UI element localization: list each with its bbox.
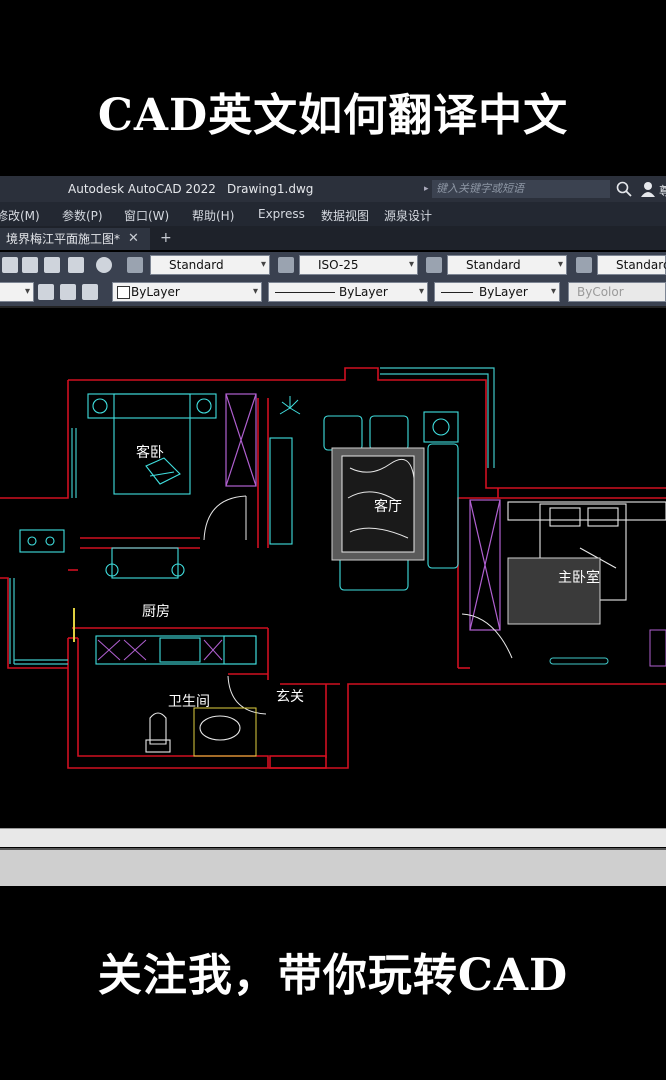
- search-icon[interactable]: [616, 181, 632, 197]
- kitchen-fixtures: [19, 529, 257, 665]
- layer-select[interactable]: ▾: [0, 282, 34, 302]
- table-style-select[interactable]: Standard ▾: [447, 255, 567, 275]
- menu-data-view[interactable]: 数据视图: [321, 207, 369, 224]
- table-style-icon[interactable]: [426, 257, 442, 273]
- table-style-value: Standard: [466, 258, 521, 272]
- paste-icon[interactable]: [44, 257, 60, 273]
- linetype-value: ByLayer: [339, 285, 388, 299]
- master-desk: [649, 629, 666, 667]
- mleader-style-value: Standard: [616, 258, 666, 272]
- menu-yuanquan-design[interactable]: 源泉设计: [384, 207, 432, 224]
- match-layer-icon[interactable]: [38, 284, 54, 300]
- tab-document[interactable]: 境界梅江平面施工图* ✕: [0, 228, 150, 250]
- layer-state-icon[interactable]: [82, 284, 98, 300]
- dim-style-value: ISO-25: [318, 258, 359, 272]
- new-tab-plus-icon[interactable]: +: [160, 230, 172, 246]
- document-tabbar: 境界梅江平面施工图* ✕ +: [0, 226, 666, 250]
- chevron-down-icon: ▾: [408, 259, 414, 270]
- user-icon[interactable]: [640, 181, 656, 197]
- bottom-banner-title: 关注我，带你玩转CAD: [97, 950, 569, 1001]
- styles-toolbar: Standard ▾ ISO-25 ▾ Standard ▾ Standard: [0, 252, 666, 278]
- calculator-icon[interactable]: [68, 257, 84, 273]
- chevron-down-icon: ▾: [24, 286, 30, 297]
- close-icon[interactable]: ✕: [128, 228, 139, 250]
- text-style-select[interactable]: Standard ▾: [150, 255, 270, 275]
- menu-express[interactable]: Express: [258, 207, 305, 221]
- plant: [279, 396, 301, 415]
- room-label-bathroom: 卫生间: [168, 694, 210, 710]
- linetype-select[interactable]: ByLayer ▾: [268, 282, 428, 302]
- mleader-style-icon[interactable]: [576, 257, 592, 273]
- room-label-kitchen: 厨房: [142, 604, 170, 620]
- menu-window[interactable]: 窗口(W): [124, 207, 169, 224]
- lineweight-value: ByLayer: [479, 285, 528, 299]
- chevron-down-icon: ▾: [550, 286, 556, 297]
- plotstyle-value: ByColor: [577, 285, 624, 299]
- dim-style-select[interactable]: ISO-25 ▾: [299, 255, 418, 275]
- mleader-style-select[interactable]: Standard: [597, 255, 666, 275]
- layer-icon[interactable]: [2, 257, 18, 273]
- text-style-icon[interactable]: [127, 257, 143, 273]
- menu-help[interactable]: 帮助(H): [192, 207, 234, 224]
- color-swatch: [117, 286, 130, 299]
- layer-previous-icon[interactable]: [60, 284, 76, 300]
- app-title: Autodesk AutoCAD 2022: [68, 182, 216, 196]
- room-label-master-bedroom: 主卧室: [558, 570, 600, 586]
- room-label-entrance: 玄关: [276, 689, 304, 705]
- room-label-living-room: 客厅: [374, 499, 402, 515]
- menu-modify[interactable]: 修改(M): [0, 207, 40, 224]
- user-name[interactable]: 尊: [659, 182, 666, 199]
- help-icon[interactable]: [96, 257, 112, 273]
- chevron-down-icon: ▾: [252, 286, 258, 297]
- search-expand-icon[interactable]: ▸: [424, 184, 429, 194]
- command-line[interactable]: [0, 848, 666, 886]
- file-title: Drawing1.dwg: [227, 182, 314, 196]
- properties-toolbar: ▾ ByLayer ▾ ByLayer ▾ ByLayer ▾ ByColor: [0, 278, 666, 308]
- plotstyle-select[interactable]: ByColor: [568, 282, 666, 302]
- lineweight-sample: [441, 292, 473, 293]
- room-label-guest-bedroom: 客卧: [136, 445, 164, 461]
- copy-icon[interactable]: [22, 257, 38, 273]
- master-shelf: [549, 657, 609, 665]
- autocad-titlebar: Autodesk AutoCAD 2022 Drawing1.dwg ▸ 键入关…: [0, 176, 666, 202]
- linetype-sample: [275, 292, 335, 293]
- chevron-down-icon: ▾: [418, 286, 424, 297]
- chevron-down-icon: ▾: [260, 259, 266, 270]
- color-value: ByLayer: [131, 285, 180, 299]
- top-banner-title: CAD英文如何翻译中文: [97, 90, 569, 141]
- bathroom-vanity: [193, 707, 257, 757]
- text-style-value: Standard: [169, 258, 224, 272]
- drawing-canvas[interactable]: 客卧 客厅 主卧室 厨房 卫生间 玄关: [0, 308, 666, 828]
- lineweight-select[interactable]: ByLayer ▾: [434, 282, 560, 302]
- menu-bar: 修改(M) 参数(P) 窗口(W) 帮助(H) Express 数据视图 源泉设…: [0, 202, 666, 226]
- dim-style-icon[interactable]: [278, 257, 294, 273]
- tab-document-label: 境界梅江平面施工图*: [6, 232, 121, 246]
- chevron-down-icon: ▾: [557, 259, 563, 270]
- color-select[interactable]: ByLayer ▾: [112, 282, 262, 302]
- bathroom-fixtures: [145, 712, 241, 753]
- search-input[interactable]: 键入关键字或短语: [432, 180, 610, 198]
- menu-parametric[interactable]: 参数(P): [62, 207, 103, 224]
- layout-tabs-bar[interactable]: [0, 828, 666, 847]
